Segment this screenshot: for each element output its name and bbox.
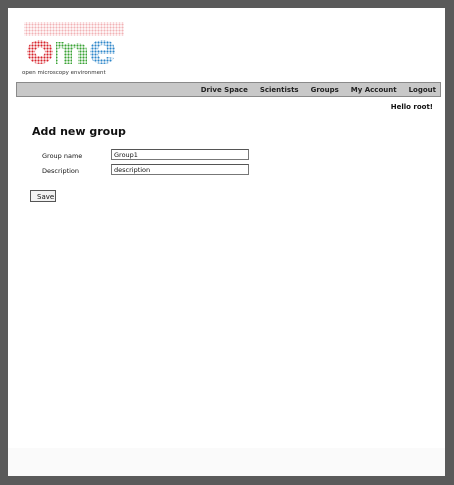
nav-menu: Drive Space Scientists Groups My Account… <box>201 83 436 96</box>
footer-divider <box>16 449 441 450</box>
group-name-input[interactable] <box>111 149 249 160</box>
footer-copyright: All material ©2007 OMERO Team <box>180 458 273 464</box>
greeting-text: Hello root! <box>390 103 433 111</box>
group-name-label: Group name <box>42 152 83 160</box>
page-frame: open microscopy environment Drive Space … <box>8 8 445 476</box>
nav-item-my-account[interactable]: My Account <box>351 86 397 94</box>
nav-item-drive-space[interactable]: Drive Space <box>201 86 248 94</box>
save-button[interactable]: Save <box>30 190 56 202</box>
ome-logo: open microscopy environment <box>22 20 142 78</box>
nav-item-scientists[interactable]: Scientists <box>260 86 299 94</box>
description-label: Description <box>42 167 80 175</box>
nav-item-groups[interactable]: Groups <box>311 86 339 94</box>
ome-logo-graphic <box>24 22 124 64</box>
top-nav-bar: Drive Space Scientists Groups My Account… <box>16 82 441 97</box>
description-input[interactable] <box>111 164 249 175</box>
logo-tagline: open microscopy environment <box>22 70 106 76</box>
page-title: Add new group <box>32 125 126 138</box>
nav-item-logout[interactable]: Logout <box>409 86 436 94</box>
